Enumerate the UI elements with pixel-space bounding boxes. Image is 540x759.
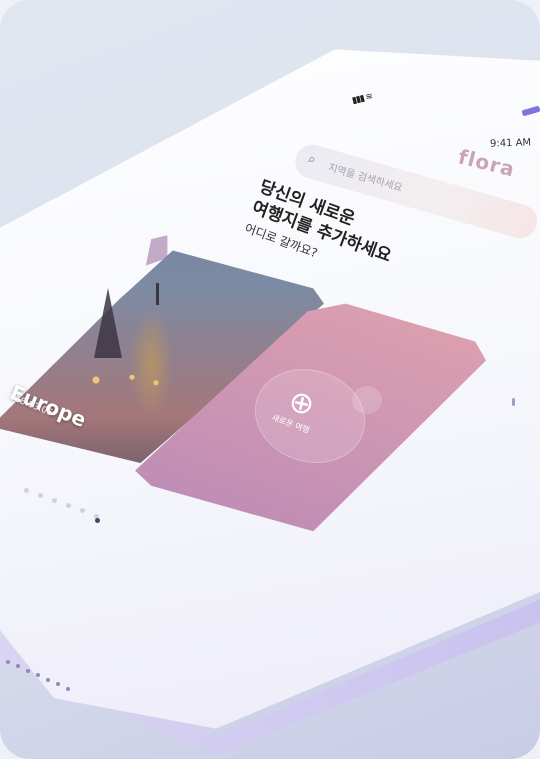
page-dot-active[interactable] — [95, 518, 100, 523]
page-dot[interactable] — [52, 498, 57, 503]
background-frame: ▮▮▮ ≋ 9:41 AM ⌕ 지역을 검색하세요 flora 당신의 새로운 … — [0, 0, 540, 759]
search-icon: ⌕ — [305, 150, 318, 169]
side-button — [512, 398, 515, 406]
eiffel-tower-spire — [156, 283, 159, 305]
page-dot[interactable] — [38, 493, 43, 498]
decorative-bubble — [352, 386, 382, 414]
city-lights-image — [60, 366, 180, 394]
page-dot[interactable] — [66, 503, 71, 508]
eiffel-tower-image — [94, 288, 122, 358]
page-dot[interactable] — [80, 508, 85, 513]
status-time: 9:41 AM — [489, 137, 532, 150]
page-dot[interactable] — [24, 488, 29, 493]
